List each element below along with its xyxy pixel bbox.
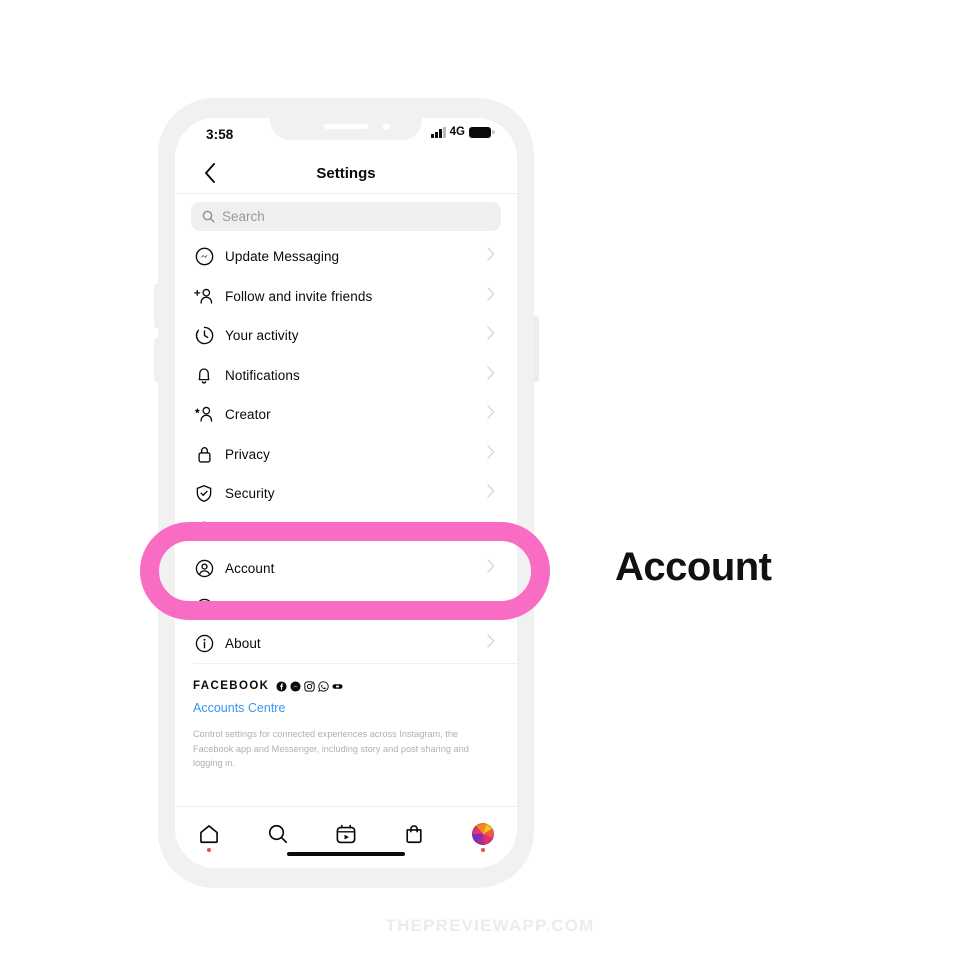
chevron-right-icon xyxy=(487,366,495,385)
settings-row-update-messaging[interactable]: Update Messaging xyxy=(175,237,517,277)
status-bar: 3:58 4G xyxy=(175,118,517,153)
settings-row-label: Creator xyxy=(225,407,271,423)
tab-profile[interactable] xyxy=(464,817,502,852)
shop-bag-icon xyxy=(406,825,422,844)
chevron-right-icon xyxy=(487,247,495,266)
activity-clock-icon xyxy=(193,325,215,347)
home-icon xyxy=(200,825,219,844)
settings-row-label: About xyxy=(225,635,261,651)
notch-speaker xyxy=(324,124,368,129)
tab-home-badge xyxy=(207,848,212,852)
home-indicator xyxy=(287,851,405,856)
phone-notch xyxy=(270,118,422,140)
settings-row-label: Security xyxy=(225,486,275,502)
search-input[interactable]: Search xyxy=(191,202,501,231)
person-star-icon xyxy=(193,404,215,426)
settings-row-creator[interactable]: Creator xyxy=(175,395,517,435)
settings-row-label: Update Messaging xyxy=(225,249,340,265)
signal-bars-icon xyxy=(431,126,446,138)
settings-row-your-activity[interactable]: Your activity xyxy=(175,316,517,356)
instagram-icon xyxy=(304,680,316,692)
chevron-right-icon xyxy=(487,484,495,503)
settings-row-label: Privacy xyxy=(225,446,270,462)
chevron-left-icon xyxy=(205,163,215,183)
chevron-right-icon xyxy=(487,445,495,464)
phone-screen: 3:58 4G Settings Search Update Messaging… xyxy=(175,118,517,868)
back-button[interactable] xyxy=(199,162,221,184)
shield-check-icon xyxy=(193,483,215,505)
status-bar-network: 4G xyxy=(449,126,465,138)
reels-icon xyxy=(336,824,356,844)
settings-row-label: Account xyxy=(225,561,275,576)
chevron-right-icon xyxy=(487,559,495,578)
settings-row-privacy[interactable]: Privacy xyxy=(175,434,517,474)
tab-profile-badge xyxy=(480,848,485,852)
bottom-tab-bar xyxy=(175,806,517,868)
account-circle-icon xyxy=(193,558,215,580)
search-icon xyxy=(202,210,215,223)
settings-row-label: Follow and invite friends xyxy=(225,288,373,304)
settings-row-label: Your activity xyxy=(225,328,299,344)
watermark: THEPREVIEWAPP.COM xyxy=(385,916,595,935)
settings-row-account[interactable]: Account xyxy=(175,546,517,591)
volume-down-button[interactable] xyxy=(154,338,159,382)
power-button[interactable] xyxy=(533,316,539,382)
search-icon xyxy=(268,824,287,844)
settings-row-follow-invite-friends[interactable]: Follow and invite friends xyxy=(175,276,517,316)
settings-row-hidden-upper[interactable] xyxy=(175,513,517,547)
settings-row-hidden-lower[interactable] xyxy=(175,590,517,624)
tab-home[interactable] xyxy=(190,817,228,852)
chevron-right-icon xyxy=(487,287,495,306)
notch-camera xyxy=(383,123,390,130)
info-circle-icon xyxy=(193,632,215,654)
tab-search[interactable] xyxy=(259,817,297,851)
lock-icon xyxy=(193,443,215,465)
profile-avatar-icon xyxy=(471,823,494,845)
navigation-bar: Settings xyxy=(175,153,517,194)
search-placeholder: Search xyxy=(222,209,265,224)
chevron-right-icon xyxy=(487,634,495,653)
facebook-brand-label: FACEBOOK xyxy=(193,680,270,692)
facebook-family-icons xyxy=(276,680,343,692)
chevron-right-icon xyxy=(487,405,495,424)
bell-icon xyxy=(193,364,215,386)
phone-mockup: 3:58 4G Settings Search Update Messaging… xyxy=(154,98,539,888)
settings-row-about[interactable]: About xyxy=(175,623,517,663)
settings-row-label: Notifications xyxy=(225,367,300,383)
status-bar-indicators: 4G xyxy=(431,126,495,138)
messenger-icon xyxy=(290,680,301,692)
facebook-brand-row: FACEBOOK xyxy=(193,680,499,692)
person-plus-icon xyxy=(193,285,215,307)
settings-list: Update Messaging Follow and invite frien… xyxy=(175,237,517,664)
tab-shop[interactable] xyxy=(395,817,433,851)
volume-up-button[interactable] xyxy=(154,284,159,328)
oculus-icon xyxy=(332,683,343,689)
partially-hidden-icon xyxy=(193,596,215,618)
facebook-section: FACEBOOK Accounts Centre Control setting… xyxy=(175,664,517,777)
facebook-description: Control settings for connected experienc… xyxy=(193,729,469,769)
search-section: Search xyxy=(175,194,517,237)
annotation-account-label: Account xyxy=(615,545,772,589)
battery-icon xyxy=(469,126,495,138)
partially-hidden-icon xyxy=(193,519,215,541)
accounts-centre-link[interactable]: Accounts Centre xyxy=(193,701,499,715)
messenger-icon xyxy=(193,246,215,268)
chevron-right-icon xyxy=(487,326,495,345)
facebook-icon xyxy=(276,680,287,692)
whatsapp-icon xyxy=(318,680,330,692)
settings-row-security[interactable]: Security xyxy=(175,474,517,514)
tab-reels[interactable] xyxy=(327,817,365,851)
page-title: Settings xyxy=(316,164,376,182)
status-bar-time: 3:58 xyxy=(206,127,234,142)
settings-row-notifications[interactable]: Notifications xyxy=(175,355,517,395)
